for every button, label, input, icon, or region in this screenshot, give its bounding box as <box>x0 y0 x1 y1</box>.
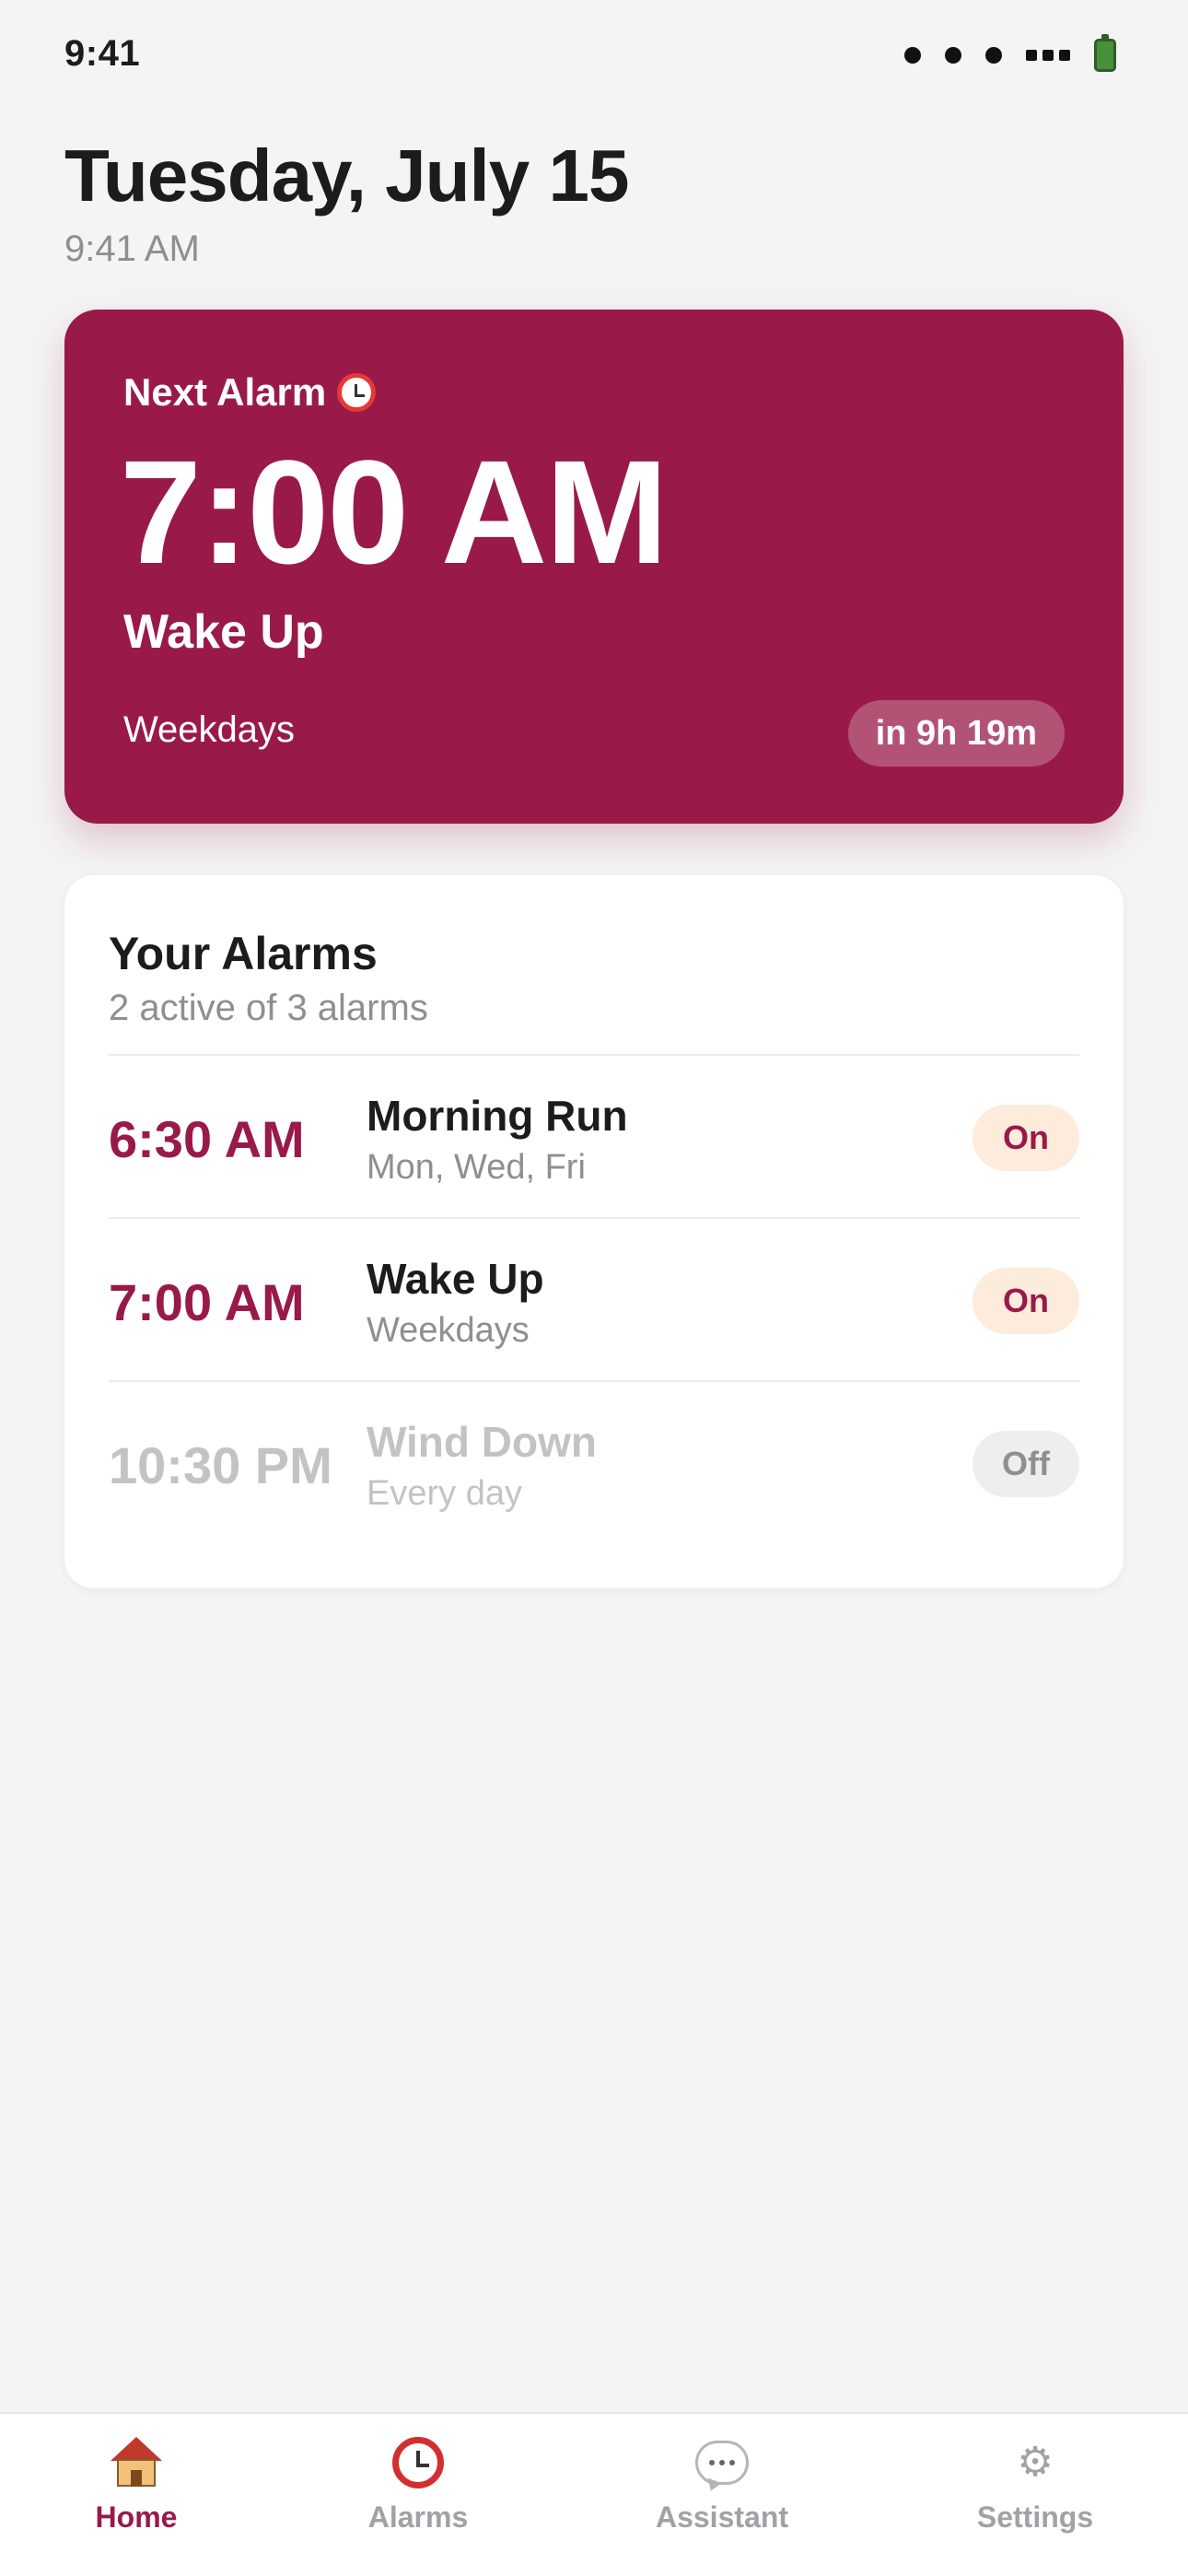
alarm-name: Morning Run <box>367 1092 628 1140</box>
alarm-name: Wake Up <box>367 1255 544 1303</box>
alarms-title: Your Alarms <box>109 928 378 979</box>
speech-bubble-icon <box>695 2441 749 2485</box>
tab-bar: Home Alarms Assistant ⚙ Settings <box>0 2412 1188 2576</box>
status-dot-icon <box>904 47 921 64</box>
alarm-toggle[interactable]: On <box>973 1268 1079 1334</box>
status-dot-icon <box>985 47 1002 64</box>
next-alarm-name: Wake Up <box>123 605 324 659</box>
tab-settings[interactable]: ⚙ Settings <box>934 2430 1136 2535</box>
alarm-days: Every day <box>367 1474 522 1513</box>
next-alarm-label: Next Alarm <box>123 370 377 415</box>
alarm-toggle[interactable]: On <box>973 1105 1079 1171</box>
tab-label: Assistant <box>655 2500 789 2534</box>
tab-alarms[interactable]: Alarms <box>317 2430 519 2535</box>
signal-dots-icon <box>1026 50 1070 61</box>
alarm-clock-icon <box>392 2437 444 2488</box>
next-alarm-time: 7:00 AM <box>120 429 669 594</box>
tab-label: Alarms <box>367 2500 469 2534</box>
alarm-row-morning-run[interactable]: 6:30 AM Morning Run Mon, Wed, Fri On <box>109 1054 1079 1217</box>
house-icon <box>111 2437 162 2488</box>
status-dot-icon <box>945 47 961 64</box>
status-bar: 9:41 <box>0 0 1188 111</box>
countdown-badge: in 9h 19m <box>847 700 1065 767</box>
status-icons <box>904 33 1116 77</box>
next-alarm-card[interactable]: Next Alarm 7:00 AM Wake Up Weekdays in 9… <box>64 310 1124 824</box>
next-alarm-repeat: Weekdays <box>123 709 296 750</box>
alarms-card: Your Alarms 2 active of 3 alarms 6:30 AM… <box>64 875 1124 1588</box>
alarm-name: Wind Down <box>367 1418 597 1466</box>
tab-home[interactable]: Home <box>35 2430 238 2535</box>
alarms-subtitle: 2 active of 3 alarms <box>109 988 428 1028</box>
alarm-clock-icon <box>337 373 377 412</box>
alarm-days: Mon, Wed, Fri <box>367 1148 586 1187</box>
alarm-time: 6:30 AM <box>109 1110 305 1168</box>
alarm-row-wake-up[interactable]: 7:00 AM Wake Up Weekdays On <box>109 1217 1079 1380</box>
gear-icon: ⚙ <box>1017 2440 1054 2485</box>
status-time: 9:41 <box>64 33 141 74</box>
page-title: Tuesday, July 15 <box>64 135 629 217</box>
tab-label: Home <box>95 2500 178 2534</box>
alarm-time: 10:30 PM <box>109 1436 332 1494</box>
tab-label: Settings <box>976 2500 1094 2534</box>
battery-icon <box>1094 34 1116 72</box>
current-time: 9:41 AM <box>64 228 200 269</box>
alarm-toggle[interactable]: Off <box>973 1431 1079 1497</box>
alarm-row-wind-down[interactable]: 10:30 PM Wind Down Every day Off <box>109 1380 1079 1543</box>
tab-assistant[interactable]: Assistant <box>621 2430 823 2535</box>
alarm-days: Weekdays <box>367 1311 530 1350</box>
next-alarm-label-text: Next Alarm <box>123 370 327 414</box>
alarm-time: 7:00 AM <box>109 1273 305 1331</box>
alarm-list: 6:30 AM Morning Run Mon, Wed, Fri On 7:0… <box>109 1054 1079 1543</box>
